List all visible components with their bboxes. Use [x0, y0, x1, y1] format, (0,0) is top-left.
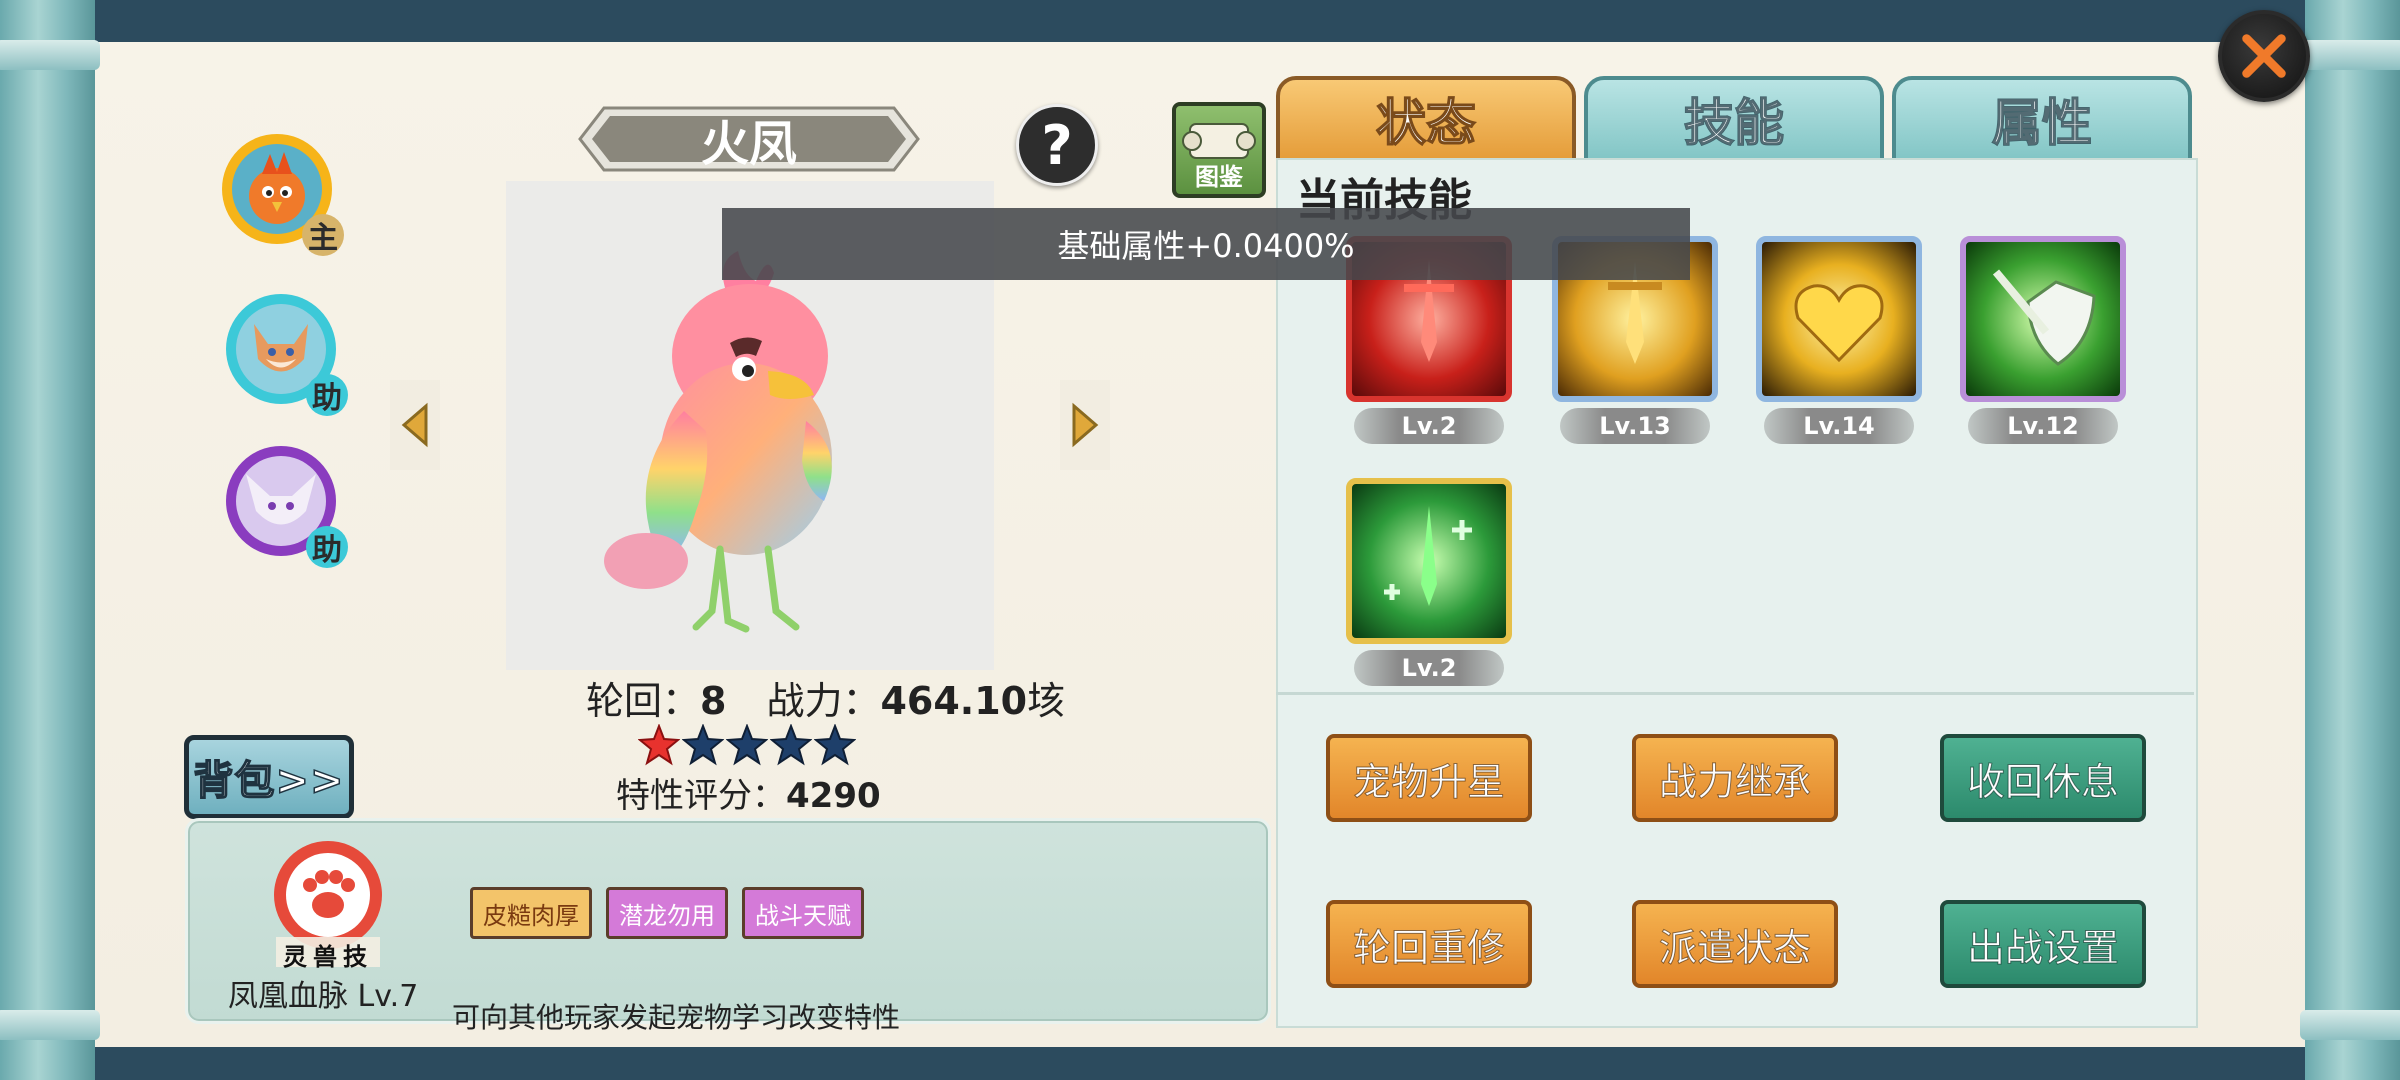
pet-name-plate: 火凤: [576, 102, 922, 176]
trait-tag[interactable]: 战斗天赋: [742, 887, 864, 939]
reincarnation-label: 轮回：: [586, 679, 701, 723]
reincarnation-retrain-button[interactable]: 轮回重修: [1326, 900, 1532, 988]
role-badge-main: 主: [302, 214, 344, 256]
pet-star-up-button[interactable]: 宠物升星: [1326, 734, 1532, 822]
reincarnation-value: 8: [700, 679, 727, 723]
skill-level: Lv.14: [1764, 408, 1914, 444]
skill-level: Lv.2: [1354, 408, 1504, 444]
dispatch-status-button[interactable]: 派遣状态: [1632, 900, 1838, 988]
right-scroll-roller: [2300, 0, 2400, 1080]
skill-level: Lv.13: [1560, 408, 1710, 444]
pet-name: 火凤: [700, 116, 797, 172]
power-label: 战力：: [766, 679, 881, 723]
star-empty-icon: [682, 724, 724, 766]
previous-pet-arrow[interactable]: [390, 380, 440, 470]
handbook-label: 图鉴: [1195, 163, 1243, 191]
emblem-text: 灵兽技: [283, 943, 373, 971]
skill-slot-5[interactable]: Lv.2: [1346, 478, 1512, 694]
power-value: 464.10: [880, 679, 1028, 723]
bottom-frame-bar: [0, 1045, 2400, 1080]
trait-tag[interactable]: 皮糙肉厚: [470, 887, 592, 939]
green-sword-heal-icon: [1346, 478, 1512, 644]
star-empty-icon: [814, 724, 856, 766]
right-scroll-cap-top: [2300, 40, 2400, 70]
help-button[interactable]: ?: [1016, 104, 1098, 186]
left-scroll-cap-bottom: [0, 1010, 100, 1040]
power-unit: 垓: [1027, 679, 1066, 723]
trait-tag[interactable]: 潜龙勿用: [606, 887, 728, 939]
skill-slot-4[interactable]: Lv.12: [1960, 236, 2126, 452]
spirit-skill-emblem[interactable]: 灵兽技: [258, 833, 398, 973]
tab-status[interactable]: 状态: [1276, 76, 1576, 162]
handbook-button[interactable]: 图鉴: [1172, 102, 1266, 198]
trait-change-hint: 可向其他玩家发起宠物学习改变特性: [452, 1001, 901, 1034]
skill-slot-3[interactable]: Lv.14: [1756, 236, 1922, 452]
next-pet-arrow[interactable]: [1060, 380, 1110, 470]
bloodline-level: 凤凰血脉 Lv.7: [228, 979, 419, 1014]
close-icon: [2242, 34, 2286, 78]
green-shield-sword-icon: [1960, 236, 2126, 402]
trait-score-value: 4290: [786, 776, 881, 816]
star-filled-icon: [638, 724, 680, 766]
arrow-right-icon: [1072, 402, 1099, 448]
role-badge-assist: 助: [306, 526, 348, 568]
skill-level: Lv.2: [1354, 650, 1504, 686]
pet-avatar-main[interactable]: 主: [222, 134, 344, 256]
left-scroll-cap-top: [0, 40, 100, 70]
role-badge-assist: 助: [306, 374, 348, 416]
arrow-left-icon: [401, 402, 428, 448]
close-button[interactable]: [2218, 10, 2310, 102]
pet-avatar-assist-1[interactable]: 助: [226, 294, 348, 416]
panel-divider: [1276, 692, 2194, 695]
tab-attributes[interactable]: 属性: [1892, 76, 2192, 162]
right-scroll-cap-bottom: [2300, 1010, 2400, 1040]
star-rating: [638, 724, 856, 766]
trait-panel: 灵兽技 凤凰血脉 Lv.7 皮糙肉厚 潜龙勿用 战斗天赋: [185, 818, 1271, 1024]
tab-skills[interactable]: 技能: [1584, 76, 1884, 162]
backpack-button[interactable]: 背包>>: [184, 735, 354, 819]
gold-heart-crown-icon: [1756, 236, 1922, 402]
recall-rest-button[interactable]: 收回休息: [1940, 734, 2146, 822]
trait-score: 特性评分：4290: [616, 768, 881, 817]
pet-avatar-assist-2[interactable]: 助: [226, 446, 348, 568]
attribute-tooltip: 基础属性+0.0400%: [722, 208, 1690, 280]
star-empty-icon: [770, 724, 812, 766]
power-inherit-button[interactable]: 战力继承: [1632, 734, 1838, 822]
trait-score-label: 特性评分：: [616, 776, 786, 816]
left-scroll-roller: [0, 0, 100, 1080]
star-empty-icon: [726, 724, 768, 766]
battle-settings-button[interactable]: 出战设置: [1940, 900, 2146, 988]
top-frame-bar: [0, 0, 2400, 45]
skill-level: Lv.12: [1968, 408, 2118, 444]
pet-stats-line: 轮回：8 战力：464.10垓: [586, 670, 1065, 725]
